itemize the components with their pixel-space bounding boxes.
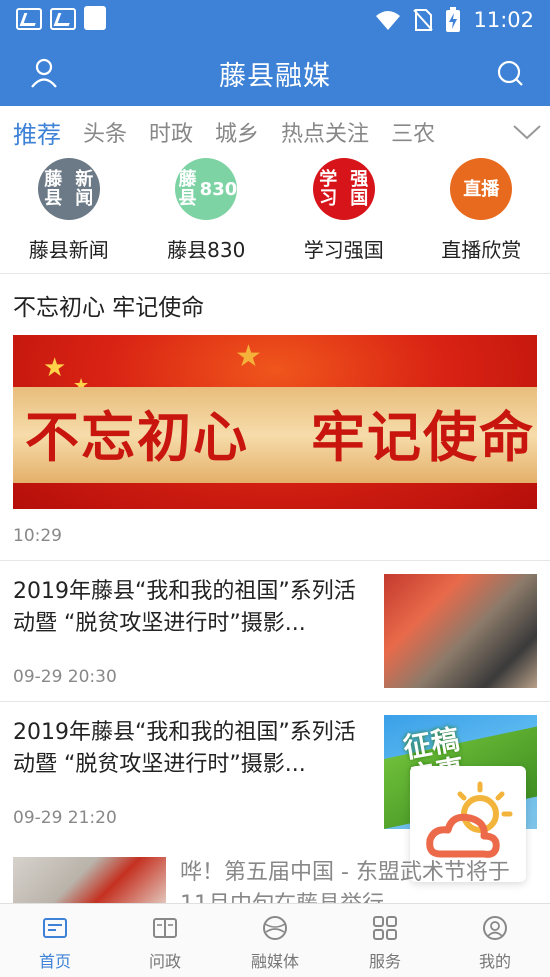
tab-hot-topics[interactable]: 热点关注 — [270, 116, 380, 148]
tab-headlines[interactable]: 头条 — [72, 116, 138, 148]
user-icon[interactable] — [28, 57, 60, 89]
nav-label: 我的 — [478, 952, 511, 971]
page-title: 藤县融媒 — [219, 60, 331, 92]
nav-profile[interactable]: 我的 — [440, 904, 550, 977]
divider — [0, 701, 550, 702]
nav-services[interactable]: 服务 — [330, 904, 440, 977]
expand-tabs-button[interactable] — [504, 106, 550, 158]
xuexi-qiangguo-icon: 学习 强国 — [312, 158, 375, 220]
tengxian-news-icon: 藤县 新闻 — [37, 158, 100, 220]
news-title: 哗！第五届中国 - 东盟武术节将于11月中旬在藤县举行 — [180, 860, 510, 903]
status-bar: 11:02 — [0, 0, 550, 40]
notification-icon — [50, 8, 76, 30]
divider — [0, 560, 550, 561]
battery-charging-icon — [446, 7, 461, 32]
divider — [0, 273, 550, 274]
news-title: 2019年藤县“我和我的祖国”系列活动暨 “脱贫攻坚进行时”摄影... — [13, 579, 356, 636]
quick-links: 藤县 新闻 藤县新闻 藤县 830 藤县830 学习 强国 学习强国 直播 直播欣赏 — [0, 158, 550, 274]
clock: 11:02 — [473, 8, 534, 32]
news-thumbnail — [13, 857, 166, 903]
news-time: 09-29 20:30 — [13, 667, 117, 687]
wifi-icon — [376, 11, 401, 30]
quick-link-label: 学习强国 — [303, 238, 384, 262]
app-header: 藤县融媒 — [0, 40, 550, 106]
nav-label: 融媒体 — [250, 952, 299, 971]
news-title: 2019年藤县“我和我的祖国”系列活动暨 “脱贫攻坚进行时”摄影... — [13, 720, 356, 777]
nav-label: 服务 — [368, 952, 401, 971]
featured-banner-image: ★ ★ ★ 不忘初心 牢记使命 — [13, 335, 537, 509]
nav-home[interactable]: 首页 — [0, 904, 110, 977]
tengxian-830-icon: 藤县 830 — [175, 158, 238, 220]
news-thumbnail — [384, 574, 537, 688]
quick-link-tengxian-news[interactable]: 藤县 新闻 藤县新闻 — [0, 158, 138, 274]
banner-slogan-left: 不忘初心 — [25, 405, 249, 469]
nav-label: 问政 — [148, 952, 181, 971]
tab-agriculture[interactable]: 三农 — [380, 116, 446, 148]
quick-link-label: 直播欣赏 — [441, 238, 522, 262]
quick-link-label: 藤县新闻 — [28, 238, 109, 262]
search-icon[interactable] — [494, 57, 526, 89]
news-time: 09-29 21:20 — [13, 808, 117, 828]
chevron-down-icon — [513, 125, 541, 140]
no-sim-icon — [413, 9, 434, 31]
profile-icon — [483, 916, 507, 940]
quick-link-xuexi-qiangguo[interactable]: 学习 强国 学习强国 — [275, 158, 413, 274]
bottom-navigation: 首页 问政 融媒体 服务 我的 — [0, 903, 550, 977]
tab-politics[interactable]: 时政 — [138, 116, 204, 148]
nav-politics-qa[interactable]: 问政 — [110, 904, 220, 977]
globe-icon — [263, 916, 287, 940]
nav-label: 首页 — [38, 952, 71, 971]
grid-icon — [373, 916, 397, 940]
quick-link-tengxian-830[interactable]: 藤县 830 藤县830 — [138, 158, 276, 274]
featured-time: 10:29 — [13, 526, 62, 546]
featured-title: 不忘初心 牢记使命 — [13, 295, 205, 321]
book-icon — [153, 918, 177, 938]
star-icon: ★ — [43, 353, 67, 383]
news-item[interactable]: 哗！第五届中国 - 东盟武术节将于11月中旬在藤县举行 — [0, 843, 550, 903]
home-icon — [43, 918, 67, 938]
quick-link-live[interactable]: 直播 直播欣赏 — [413, 158, 550, 274]
star-icon: ★ — [235, 339, 262, 374]
tab-recommend[interactable]: 推荐 — [0, 115, 72, 150]
notification-icon — [16, 8, 42, 30]
live-broadcast-icon: 直播 — [450, 158, 513, 220]
nav-media[interactable]: 融媒体 — [220, 904, 330, 977]
banner-slogan-right: 牢记使命 — [311, 405, 535, 469]
quick-link-label: 藤县830 — [167, 238, 246, 262]
tab-urban-rural[interactable]: 城乡 — [204, 116, 270, 148]
category-tabs: 推荐 头条 时政 城乡 热点关注 三农 — [0, 106, 550, 158]
notification-icons — [0, 6, 106, 32]
shopping-bag-icon — [84, 6, 106, 30]
